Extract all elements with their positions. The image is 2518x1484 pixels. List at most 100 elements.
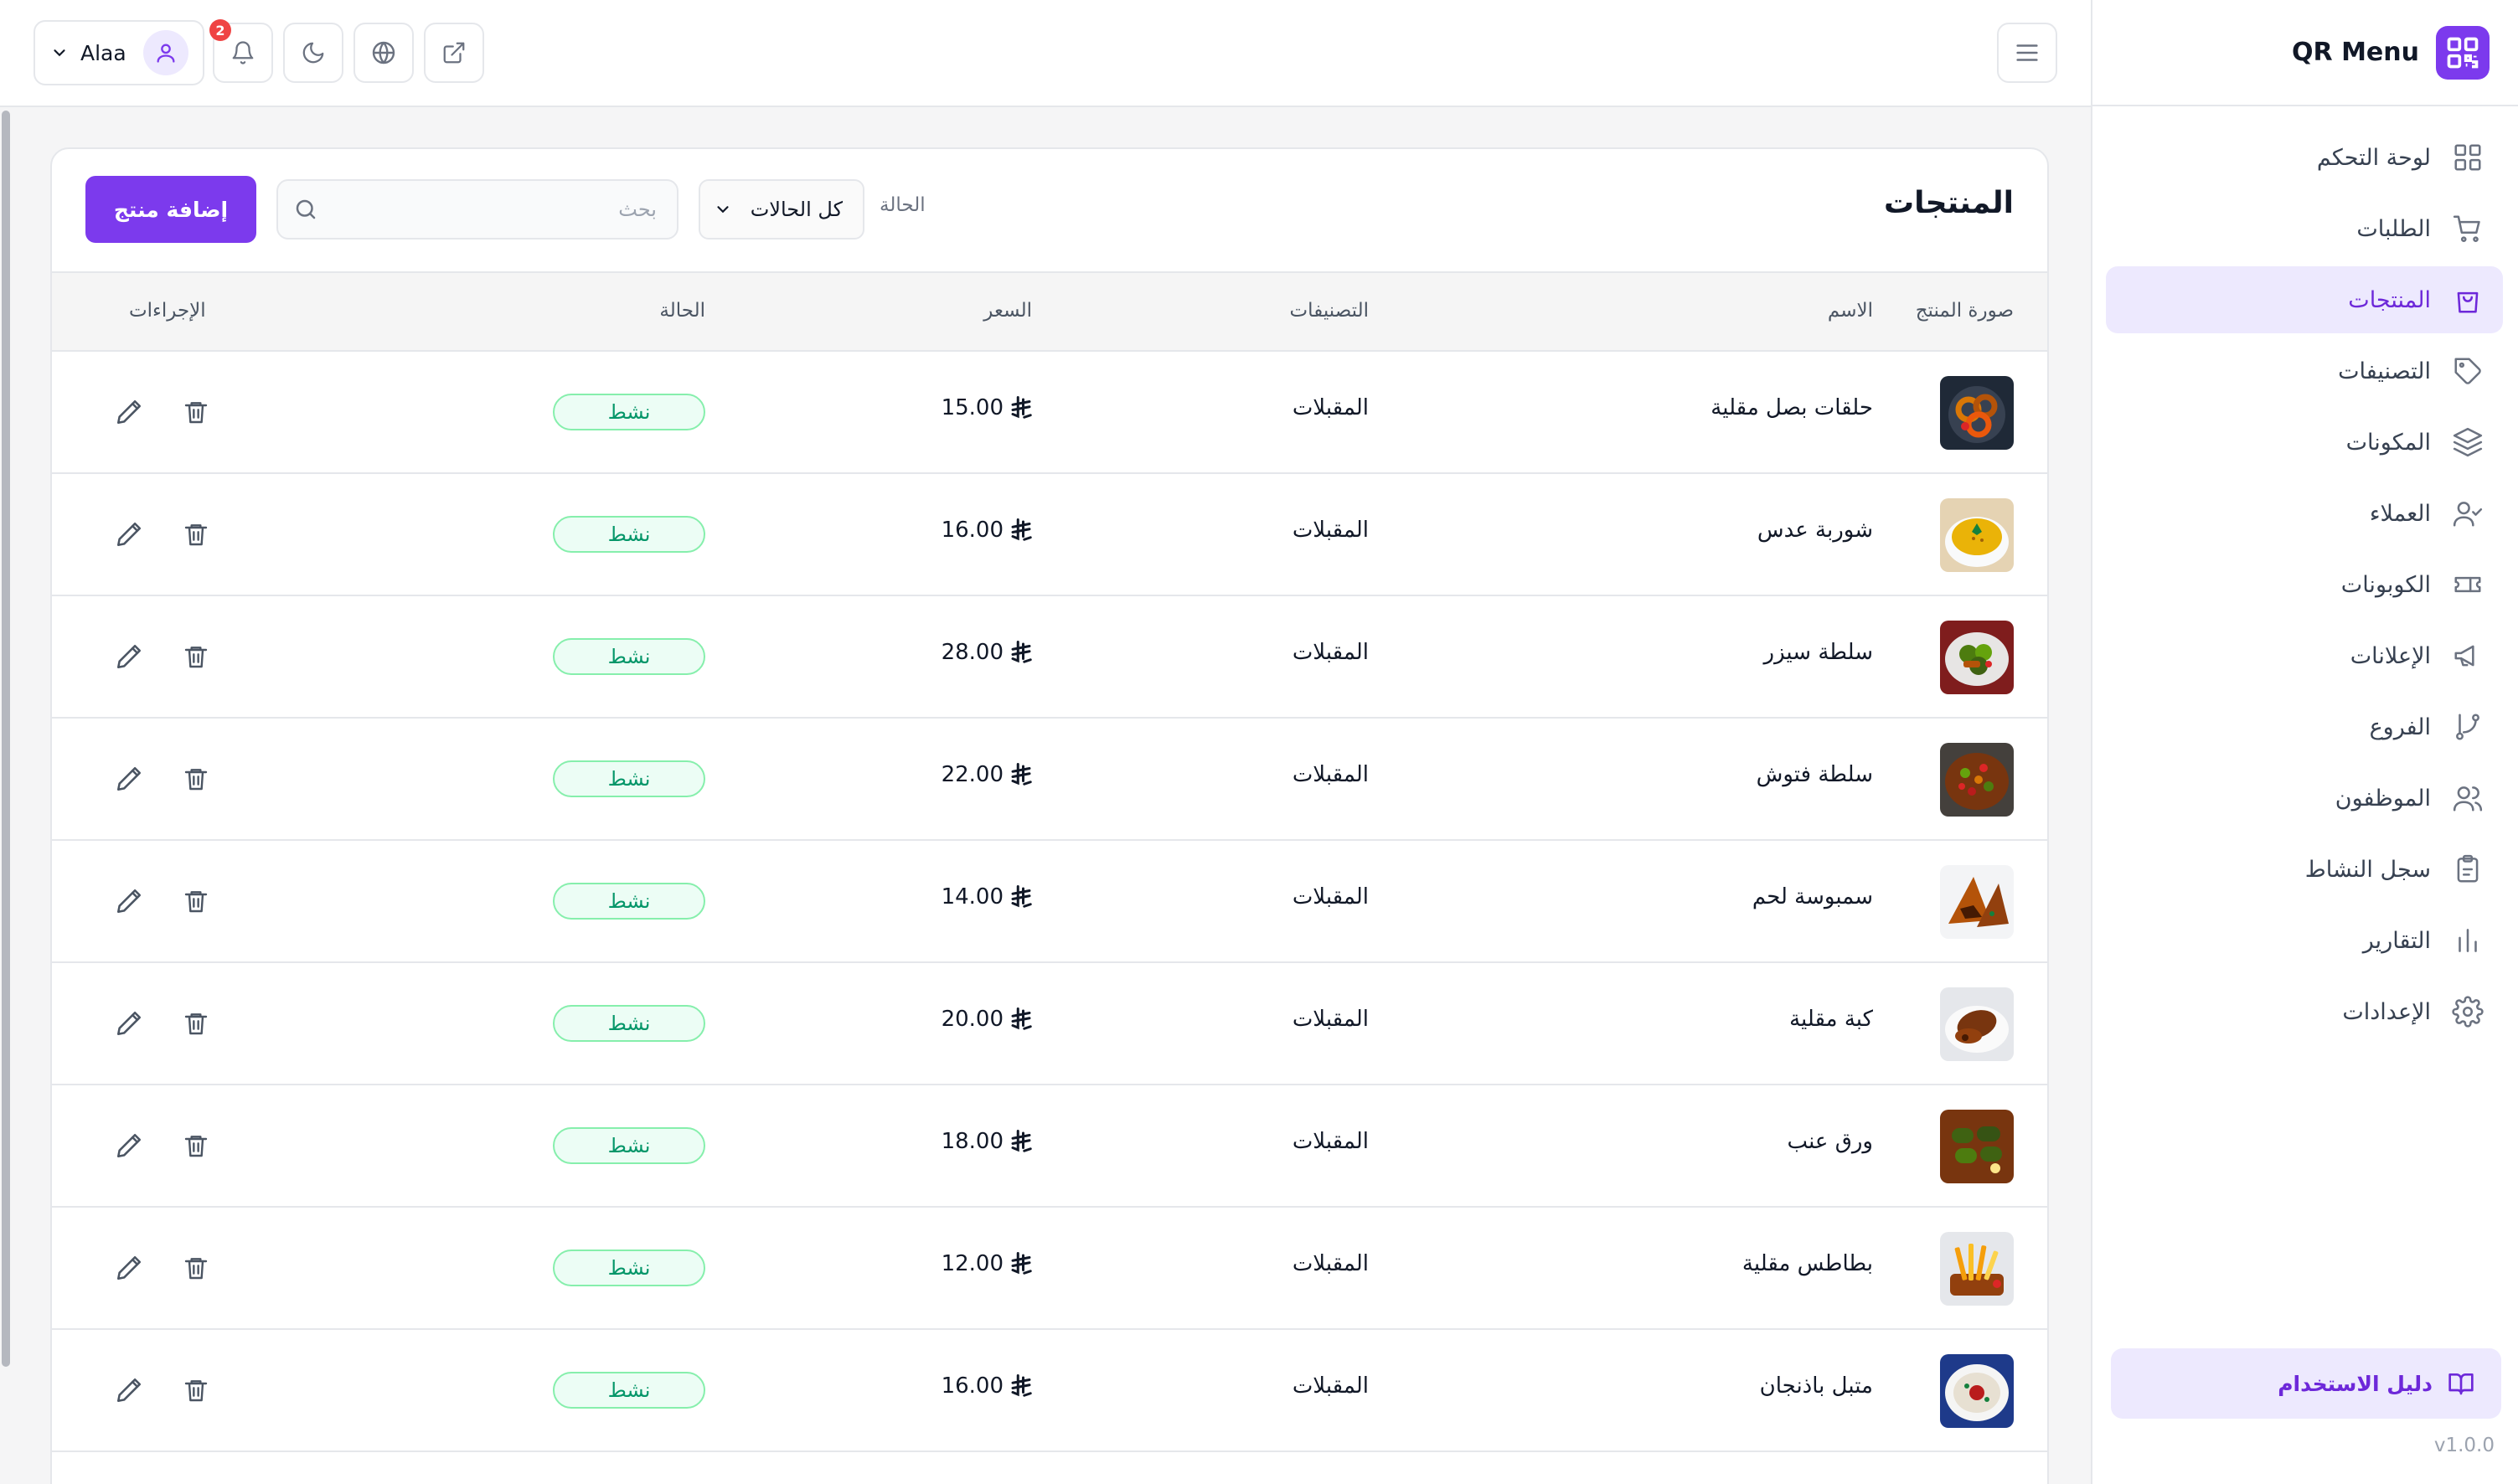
products-card: المنتجات الحالة كل الحالات إضافة منتج صو… [50,147,2049,1484]
clipboard-icon [2451,853,2484,886]
status-badge: نشط [553,1250,705,1286]
notifications-button[interactable]: 2 [209,19,273,83]
sidebar-item-git-branch[interactable]: الفروع [2106,693,2503,760]
user-guide-label: دليل الاستخدام [2278,1371,2433,1396]
edit-button[interactable] [112,395,146,429]
user-guide-button[interactable]: دليل الاستخدام [2111,1348,2501,1419]
delete-button[interactable] [179,640,213,673]
edit-button[interactable] [112,762,146,796]
delete-button[interactable] [179,1007,213,1040]
edit-button[interactable] [112,884,146,918]
product-category: المقبلات [1292,395,1369,420]
col-image: صورة المنتج [1915,300,2014,322]
sidebar-item-label: التقارير [2362,927,2431,954]
price-value: 15.00 [941,395,1004,420]
sidebar-item-grid[interactable]: لوحة التحكم [2106,124,2503,191]
sidebar-item-layers[interactable]: المكونات [2106,409,2503,476]
pencil-icon [115,887,143,915]
add-product-button[interactable]: إضافة منتج [85,176,256,243]
product-image [1940,987,2014,1061]
edit-button[interactable] [112,518,146,551]
product-category: المقبلات [1292,640,1369,665]
sidebar-item-label: لوحة التحكم [2316,144,2431,171]
delete-button[interactable] [179,884,213,918]
price-value: 16.00 [941,518,1004,543]
search-input[interactable] [318,198,657,221]
price-value: 18.00 [941,1129,1004,1154]
sidebar-item-shopping-bag[interactable]: المنتجات [2106,266,2503,333]
open-menu-external-button[interactable] [424,23,484,83]
product-price: 18.00 [942,1129,1032,1154]
price-value: 28.00 [941,640,1004,665]
product-category: المقبلات [1292,884,1369,909]
sidebar-item-label: التصنيفات [2338,358,2431,384]
sidebar-item-users[interactable]: الموظفون [2106,765,2503,832]
grid-icon [2451,141,2484,174]
product-image [1940,621,2014,694]
trash-icon [183,1377,209,1404]
edit-button[interactable] [112,1129,146,1162]
scrollbar-thumb[interactable] [2,111,10,1367]
delete-button[interactable] [179,762,213,796]
sidebar-item-user-check[interactable]: العملاء [2106,480,2503,547]
sidebar-item-settings[interactable]: الإعدادات [2106,978,2503,1045]
menu-toggle-button[interactable] [1997,23,2057,83]
sidebar-item-ticket[interactable]: الكوبونات [2106,551,2503,618]
edit-button[interactable] [112,1251,146,1285]
delete-button[interactable] [179,1251,213,1285]
sidebar-item-label: الإعدادات [2342,998,2431,1025]
user-menu[interactable]: Alaa [34,20,204,85]
product-category: المقبلات [1292,1251,1369,1276]
moon-icon [301,40,326,65]
edit-button[interactable] [112,640,146,673]
col-category: التصنيفات [1289,300,1369,322]
sidebar-item-bar-chart[interactable]: التقارير [2106,907,2503,974]
product-price: 12.00 [942,1251,1032,1276]
user-name: Alaa [80,40,126,65]
col-actions: الإجراءات [129,300,206,322]
qr-code-icon [2436,25,2490,80]
table-row: كبة مقلية المقبلات 20.00 نشط [52,963,2047,1085]
products-toolbar: المنتجات الحالة كل الحالات إضافة منتج [52,149,2047,271]
notification-badge: 2 [209,19,231,41]
product-price: 16.00 [942,518,1032,543]
sidebar-item-cart[interactable]: الطلبات [2106,195,2503,262]
sidebar-item-tag[interactable]: التصنيفات [2106,338,2503,404]
git-branch-icon [2451,710,2484,744]
language-button[interactable] [353,23,414,83]
edit-button[interactable] [112,1007,146,1040]
col-price: السعر [983,300,1032,322]
status-filter-label: الحالة [880,194,926,216]
bar-chart-icon [2451,924,2484,957]
trash-icon [183,1132,209,1159]
pencil-icon [115,398,143,426]
riyal-icon [1010,640,1032,665]
sidebar-item-megaphone[interactable]: الإعلانات [2106,622,2503,689]
megaphone-icon [2451,639,2484,672]
pencil-icon [115,642,143,671]
pencil-icon [115,765,143,793]
dark-mode-toggle[interactable] [283,23,343,83]
delete-button[interactable] [179,395,213,429]
status-filter-select[interactable]: كل الحالات [699,179,864,240]
delete-button[interactable] [179,518,213,551]
product-name: بطاطس مقلية [1741,1251,1873,1276]
edit-button[interactable] [112,1373,146,1407]
product-image [1940,1232,2014,1306]
status-badge: نشط [553,760,705,797]
riyal-icon [1010,1251,1032,1276]
delete-button[interactable] [179,1373,213,1407]
sidebar: QR Menu لوحة التحكم الطلبات المنتجات التصني… [2091,0,2518,1484]
sidebar-item-clipboard[interactable]: سجل النشاط [2106,836,2503,903]
search-icon [293,197,318,222]
product-image [1940,498,2014,572]
table-row: بطاطس مقلية المقبلات 12.00 نشط [52,1208,2047,1330]
chevron-down-icon [50,44,69,62]
table-body: حلقات بصل مقلية المقبلات 15.00 نشط شوربة عدس… [52,352,2047,1452]
status-filter-value: كل الحالات [750,198,843,221]
hamburger-icon [2013,39,2041,67]
top-bar: Alaa 2 [0,0,2091,107]
delete-button[interactable] [179,1129,213,1162]
sidebar-item-label: الإعلانات [2350,642,2431,669]
table-row: سمبوسة لحم المقبلات 14.00 نشط [52,841,2047,963]
